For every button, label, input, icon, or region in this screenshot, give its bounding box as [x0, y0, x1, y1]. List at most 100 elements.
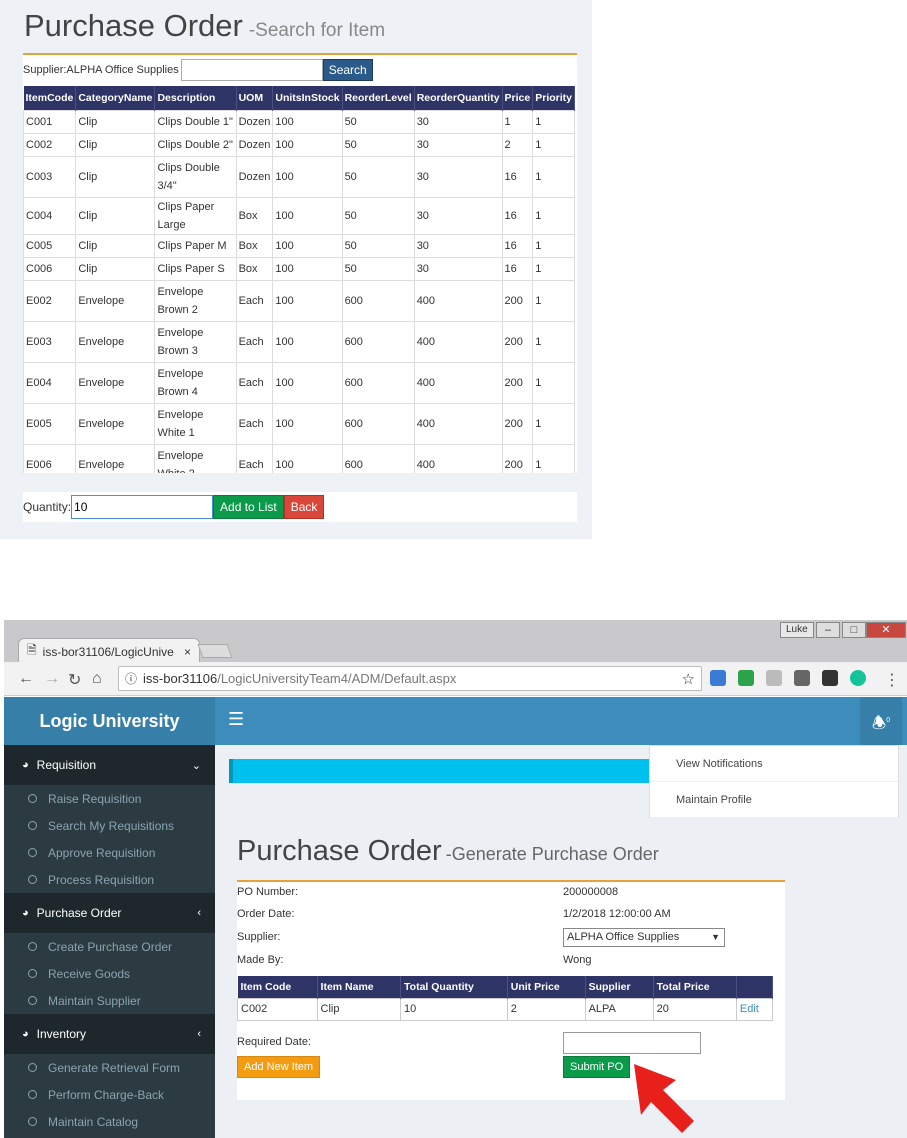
- maintain-profile-link[interactable]: Maintain Profile: [650, 782, 898, 818]
- required-date-label: Required Date:: [237, 1036, 311, 1048]
- column-header: Item Code: [237, 976, 318, 998]
- dashboard-icon: ◕: [22, 1028, 29, 1040]
- back-arrow-icon[interactable]: ←: [18, 670, 34, 688]
- sidebar-item-raise-requisition[interactable]: Raise Requisition: [4, 785, 215, 812]
- purchase-order-form: PO Number: 200000008 Order Date: 1/2/201…: [237, 880, 785, 1100]
- table-cell: 600: [341, 279, 415, 322]
- maximize-icon[interactable]: □: [842, 622, 866, 638]
- sidebar-item-maintain-supplier[interactable]: Maintain Supplier: [4, 987, 215, 1014]
- column-header: UOM: [236, 86, 274, 110]
- order-date-value: 1/2/2018 12:00:00 AM: [563, 908, 671, 920]
- table-cell: Clips Double 3/4": [154, 155, 237, 198]
- sidebar-item-receive-goods[interactable]: Receive Goods: [4, 960, 215, 987]
- brand-logo[interactable]: Logic University: [4, 697, 215, 745]
- table-body: C001 Clip Clips Double 1" Dozen 100 50 30 1 1 C00…: [23, 109, 575, 473]
- column-header: UnitsInStock: [272, 86, 343, 110]
- table-row[interactable]: C004 Clip Clips Paper Large Box 100 50 30 16 1: [23, 196, 575, 235]
- sidebar-item-label: Create Purchase Order: [48, 939, 173, 954]
- view-notifications-link[interactable]: View Notifications: [650, 746, 898, 782]
- sidebar-item-maintain-catalog[interactable]: Maintain Catalog: [4, 1108, 215, 1135]
- table-row[interactable]: C001 Clip Clips Double 1" Dozen 100 50 30 1 1: [23, 109, 575, 134]
- new-tab-button[interactable]: [197, 644, 233, 658]
- sidebar-section-inventory[interactable]: ◕ Inventory ‹: [4, 1014, 215, 1054]
- table-cell: 16: [501, 155, 534, 198]
- sidebar-item-approve-requisition[interactable]: Approve Requisition: [4, 839, 215, 866]
- sidebar-item-perform-charge-back[interactable]: Perform Charge-Back: [4, 1081, 215, 1108]
- table-row[interactable]: E002 Envelope Envelope Brown 2 Each 100 600 40…: [23, 279, 575, 322]
- sidebar-item-label: Process Requisition: [48, 872, 155, 887]
- hamburger-menu-icon[interactable]: ☰: [228, 709, 244, 730]
- back-button[interactable]: Back: [283, 495, 325, 519]
- sidebar-item-label: Receive Goods: [48, 966, 131, 981]
- table-cell: 1: [532, 155, 575, 198]
- dropdown-arrow-icon: ▼: [711, 932, 720, 942]
- info-callout: [229, 759, 659, 783]
- circle-icon: [28, 1063, 37, 1072]
- table-row[interactable]: C002 Clip Clips Double 2" Dozen 100 50 30 2 1: [23, 132, 575, 157]
- edit-link[interactable]: Edit: [735, 997, 774, 1021]
- sidebar-item-process-requisition[interactable]: Process Requisition: [4, 866, 215, 893]
- reload-icon[interactable]: ↻: [68, 670, 81, 690]
- table-row[interactable]: E005 Envelope Envelope White 1 Each 100 600 40…: [23, 402, 575, 445]
- info-icon[interactable]: ⓘ: [125, 670, 137, 687]
- table-cell: C006: [23, 256, 77, 281]
- table-cell: Each: [235, 320, 274, 363]
- sidebar-section-purchase-order[interactable]: ◕ Purchase Order ‹: [4, 893, 215, 933]
- checkbox-extension-icon[interactable]: [822, 670, 838, 686]
- table-row[interactable]: C006 Clip Clips Paper S Box 100 50 30 16 1: [23, 256, 575, 281]
- add-to-list-button[interactable]: Add to List: [213, 495, 284, 519]
- table-row[interactable]: E004 Envelope Envelope Brown 4 Each 100 600 40…: [23, 361, 575, 404]
- browser-window: 🗎 iss-bor31106/LogicUnive × Luke – □ ✕ ←…: [4, 620, 907, 1138]
- table-cell: Clip: [75, 256, 156, 281]
- forward-arrow-icon[interactable]: →: [44, 670, 60, 688]
- table-cell: Envelope: [75, 320, 156, 363]
- dashboard-icon: ◕: [22, 759, 29, 771]
- circle-icon: [28, 942, 37, 951]
- sidebar-item-search-my-requisitions[interactable]: Search My Requisitions: [4, 812, 215, 839]
- home-icon[interactable]: ⌂: [92, 670, 102, 688]
- order-date-label: Order Date:: [237, 908, 295, 920]
- drive-icon[interactable]: [766, 670, 782, 686]
- grammarly-icon[interactable]: [850, 670, 866, 686]
- notifications-button[interactable]: 🕭0: [860, 697, 902, 745]
- extension-icon[interactable]: [710, 670, 726, 686]
- extension-icon[interactable]: [738, 670, 754, 686]
- column-header: CategoryName: [75, 86, 156, 110]
- extension-icon[interactable]: [794, 670, 810, 686]
- table-cell: Each: [235, 361, 274, 404]
- table-cell: Envelope Brown 2: [154, 279, 237, 322]
- table-row[interactable]: E006EnvelopeEnvelope White 2Each10060040…: [23, 443, 575, 473]
- table-row[interactable]: E003 Envelope Envelope Brown 3 Each 100 600 40…: [23, 320, 575, 363]
- supplier-selected-value: ALPHA Office Supplies: [567, 931, 680, 943]
- window-close-icon[interactable]: ✕: [866, 622, 906, 638]
- required-date-input[interactable]: [563, 1032, 701, 1054]
- sidebar-section-requisition[interactable]: ◕ Requisition ⌄: [4, 745, 215, 785]
- add-new-item-button[interactable]: Add New Item: [237, 1056, 321, 1078]
- table-cell: 50: [341, 109, 415, 134]
- search-content: Supplier:ALPHA Office Supplies Search It…: [23, 53, 577, 473]
- table-row[interactable]: C005 Clip Clips Paper M Box 100 50 30 16 1: [23, 233, 575, 258]
- tab-close-icon[interactable]: ×: [184, 645, 191, 659]
- user-badge[interactable]: Luke: [780, 622, 814, 638]
- chevron-left-icon: ‹: [197, 1028, 201, 1040]
- column-header: Total Quantity: [400, 976, 508, 998]
- search-button[interactable]: Search: [322, 59, 373, 81]
- page-subtitle: -Generate Purchase Order: [445, 844, 659, 864]
- circle-icon: [28, 1090, 37, 1099]
- minimize-icon[interactable]: –: [816, 622, 840, 638]
- search-input[interactable]: [180, 59, 323, 81]
- table-row[interactable]: C003 Clip Clips Double 3/4" Dozen 100 50 30 16 1: [23, 155, 575, 198]
- address-bar[interactable]: ⓘ iss-bor31106/LogicUniversityTeam4/ADM/…: [118, 666, 702, 691]
- table-cell: Envelope: [75, 443, 156, 473]
- bookmark-star-icon[interactable]: ☆: [682, 670, 695, 688]
- sidebar-item-generate-retrieval-form[interactable]: Generate Retrieval Form: [4, 1054, 215, 1081]
- sidebar-section-label: Purchase Order: [36, 906, 122, 920]
- supplier-select[interactable]: ALPHA Office Supplies ▼: [563, 928, 725, 947]
- po-number-value: 200000008: [563, 886, 619, 898]
- browser-tab[interactable]: 🗎 iss-bor31106/LogicUnive ×: [18, 638, 200, 664]
- table-cell: 16: [501, 233, 534, 258]
- quantity-input[interactable]: [71, 495, 214, 519]
- menu-kebab-icon[interactable]: ⋮: [884, 670, 900, 690]
- bell-icon: 🕭: [871, 715, 887, 733]
- sidebar-item-create-purchase-order[interactable]: Create Purchase Order: [4, 933, 215, 960]
